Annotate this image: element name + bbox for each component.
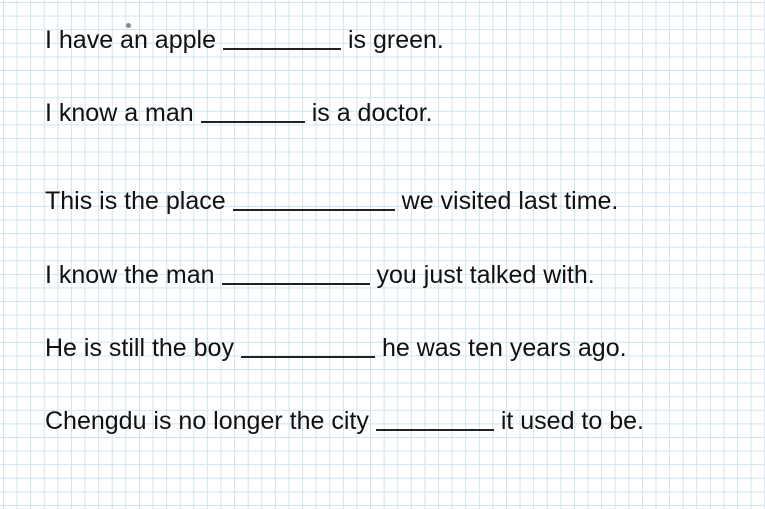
sentence-1-before: I have an apple	[45, 26, 216, 54]
sentence-2-after: is a doctor.	[311, 99, 433, 127]
sentence-5-before: He is still the boy	[45, 334, 234, 362]
sentence-5: He is still the boy he was ten years ago…	[45, 332, 627, 363]
sentence-1-after: is green.	[347, 26, 444, 54]
sentence-1: I have an apple is green.	[45, 24, 444, 55]
sentence-6: Chengdu is no longer the city it used to…	[45, 405, 644, 436]
sentence-2-before: I know a man	[45, 99, 194, 127]
sentence-1-blank[interactable]	[222, 26, 341, 50]
sentence-4-before: I know the man	[45, 261, 215, 289]
sentence-6-blank[interactable]	[375, 407, 494, 431]
sentence-3-before: This is the place	[45, 187, 226, 215]
sentence-4-blank[interactable]	[221, 261, 370, 285]
sentence-5-after: he was ten years ago.	[381, 334, 627, 362]
sentence-6-after: it used to be.	[500, 407, 644, 435]
worksheet: I have an apple is green. I know a man i…	[0, 0, 765, 509]
sentence-3-blank[interactable]	[232, 187, 395, 211]
sentence-4-after: you just talked with.	[376, 261, 595, 289]
sentence-4: I know the man you just talked with.	[45, 259, 595, 290]
sentence-2-blank[interactable]	[200, 99, 305, 123]
sentence-6-before: Chengdu is no longer the city	[45, 407, 369, 435]
sentence-2: I know a man is a doctor.	[45, 97, 433, 128]
sentence-3-after: we visited last time.	[401, 187, 619, 215]
sentence-5-blank[interactable]	[240, 334, 375, 358]
sentence-3: This is the place we visited last time.	[45, 185, 618, 216]
